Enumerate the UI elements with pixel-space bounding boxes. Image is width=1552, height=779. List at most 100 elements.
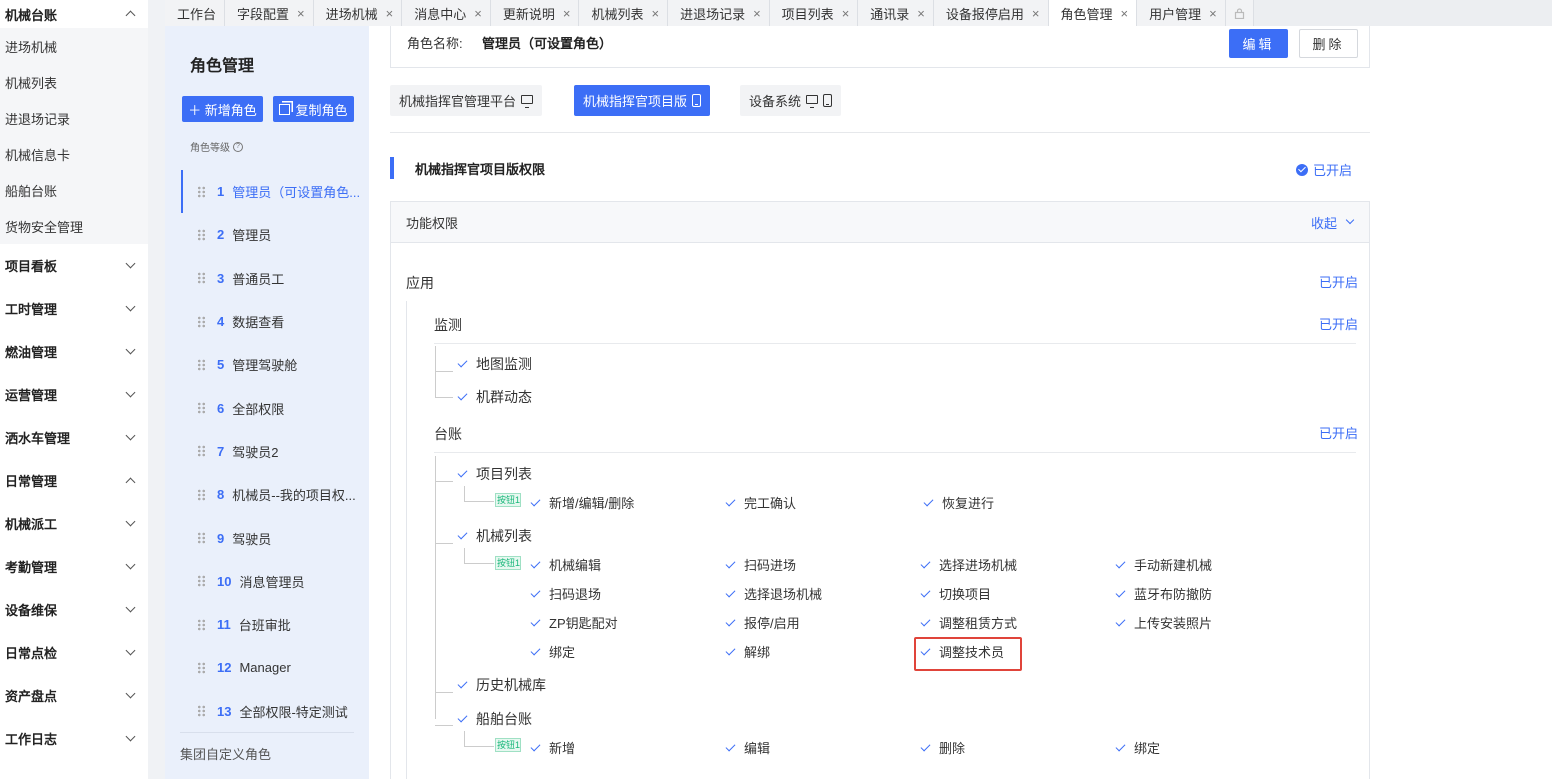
role-item[interactable]: 12 Manager [181, 646, 369, 689]
drag-handle-icon[interactable] [197, 185, 206, 198]
close-icon[interactable]: × [1121, 6, 1129, 21]
lock-icon[interactable] [1225, 0, 1254, 26]
tab-item[interactable]: 工作台 [165, 0, 226, 26]
role-item[interactable]: 8 机械员--我的项目权... [181, 473, 369, 516]
drag-handle-icon[interactable] [197, 445, 206, 458]
drag-handle-icon[interactable] [197, 661, 206, 674]
perm-button[interactable]: ZP钥匙配对 [530, 613, 618, 632]
role-item[interactable]: 4 数据查看 [181, 300, 369, 343]
perm-button[interactable]: 切换项目 [920, 584, 991, 603]
perm-button[interactable]: 调整租赁方式 [920, 613, 1017, 632]
nav-group[interactable]: 运营管理 [0, 373, 148, 416]
role-item[interactable]: 9 驾驶员 [181, 516, 369, 559]
tab-item[interactable]: 消息中心 × [402, 0, 491, 26]
perm-button[interactable]: 新增 [530, 738, 575, 757]
drag-handle-icon[interactable] [197, 315, 206, 328]
perm-button[interactable]: 绑定 [530, 642, 575, 661]
perm-button[interactable]: 完工确认 [725, 493, 796, 512]
nav-item-mech-list[interactable]: 机械列表 [0, 64, 148, 100]
tab-item[interactable]: 项目列表 × [769, 0, 859, 26]
nav-group[interactable]: 日常管理 [0, 459, 148, 502]
nav-group-mech-ledger[interactable]: 机械台账 [0, 0, 148, 28]
close-icon[interactable]: × [297, 6, 305, 21]
group-custom-roles[interactable]: 集团自定义角色 [180, 744, 271, 763]
perm-button[interactable]: 蓝牙布防撤防 [1115, 584, 1212, 603]
role-item[interactable]: 1 管理员（可设置角色... [181, 170, 369, 214]
perm-button[interactable]: 扫码退场 [530, 584, 601, 603]
tab-platform-project[interactable]: 机械指挥官项目版 [574, 85, 711, 116]
nav-group[interactable]: 燃油管理 [0, 330, 148, 373]
tab-item[interactable]: 字段配置 × [225, 0, 314, 26]
role-item[interactable]: 6 全部权限 [181, 386, 369, 429]
perm-button[interactable]: 新增/编辑/删除 [530, 493, 634, 512]
monitor-enabled-toggle[interactable]: 已开启 [1319, 314, 1358, 333]
role-item[interactable]: 5 管理驾驶舱 [181, 343, 369, 386]
nav-group[interactable]: 设备维保 [0, 588, 148, 631]
perm-button[interactable]: 选择进场机械 [920, 555, 1017, 574]
close-icon[interactable]: × [651, 6, 659, 21]
nav-group[interactable]: 机械派工 [0, 502, 148, 545]
app-enabled-toggle[interactable]: 已开启 [1319, 272, 1358, 291]
perm-button[interactable]: 扫码进场 [725, 555, 796, 574]
nav-group[interactable]: 洒水车管理 [0, 416, 148, 459]
perm-button[interactable]: 删除 [920, 738, 965, 757]
drag-handle-icon[interactable] [197, 402, 206, 415]
drag-handle-icon[interactable] [197, 618, 206, 631]
close-icon[interactable]: × [386, 6, 394, 21]
close-icon[interactable]: × [753, 6, 761, 21]
tab-item[interactable]: 进退场记录 × [668, 0, 770, 26]
perm-button[interactable]: 上传安装照片 [1115, 613, 1212, 632]
nav-group[interactable]: 考勤管理 [0, 545, 148, 588]
edit-button[interactable]: 编辑 [1229, 29, 1288, 58]
drag-handle-icon[interactable] [197, 272, 206, 285]
delete-button[interactable]: 删除 [1299, 29, 1358, 58]
close-icon[interactable]: × [917, 6, 925, 21]
role-item[interactable]: 2 管理员 [181, 213, 369, 256]
perm-button[interactable]: 机械编辑 [530, 555, 601, 574]
perm-history-mech[interactable]: 历史机械库 [457, 675, 546, 695]
tab-item[interactable]: 通讯录 × [858, 0, 934, 26]
nav-item-entry-exit[interactable]: 进退场记录 [0, 100, 148, 136]
nav-group[interactable]: 日常点检 [0, 631, 148, 674]
drag-handle-icon[interactable] [197, 488, 206, 501]
tab-item[interactable]: 机械列表 × [579, 0, 669, 26]
copy-role-button[interactable]: 复制角色 [273, 96, 354, 122]
tab-item[interactable]: 更新说明 × [490, 0, 580, 26]
perm-button[interactable]: 编辑 [725, 738, 770, 757]
tab-item[interactable]: 设备报停启用 × [933, 0, 1049, 26]
nav-group[interactable]: 项目看板 [0, 244, 148, 287]
tab-platform-device[interactable]: 设备系统 [740, 85, 842, 116]
collapse-toggle[interactable]: 收起 [1311, 213, 1355, 232]
tab-platform-admin[interactable]: 机械指挥官管理平台 [390, 85, 543, 116]
tab-item[interactable]: 角色管理 × [1048, 0, 1138, 26]
drag-handle-icon[interactable] [197, 575, 206, 588]
drag-handle-icon[interactable] [197, 532, 206, 545]
ledger-enabled-toggle[interactable]: 已开启 [1319, 423, 1358, 442]
tab-item[interactable]: 进场机械 × [313, 0, 403, 26]
perm-map-monitor[interactable]: 地图监测 [457, 354, 532, 374]
role-item[interactable]: 13 全部权限-特定测试 [181, 690, 369, 733]
nav-item-mech-card[interactable]: 机械信息卡 [0, 136, 148, 172]
close-icon[interactable]: × [842, 6, 850, 21]
close-icon[interactable]: × [563, 6, 571, 21]
nav-item-entry-mech[interactable]: 进场机械 [0, 28, 148, 64]
perm-button[interactable]: 手动新建机械 [1115, 555, 1212, 574]
close-icon[interactable]: × [474, 6, 482, 21]
close-icon[interactable]: × [1209, 6, 1217, 21]
role-item[interactable]: 10 消息管理员 [181, 560, 369, 603]
drag-handle-icon[interactable] [197, 228, 206, 241]
role-item[interactable]: 7 驾驶员2 [181, 430, 369, 473]
section-status[interactable]: 已开启 [1296, 160, 1352, 179]
nav-group[interactable]: 资产盘点 [0, 674, 148, 717]
nav-item-cargo-safety[interactable]: 货物安全管理 [0, 208, 148, 244]
role-item[interactable]: 11 台班审批 [181, 603, 369, 646]
perm-button[interactable]: 报停/启用 [725, 613, 800, 632]
nav-group[interactable]: 工时管理 [0, 287, 148, 330]
drag-handle-icon[interactable] [197, 705, 206, 718]
perm-ship-ledger[interactable]: 船舶台账 [457, 709, 532, 729]
perm-fleet-dynamic[interactable]: 机群动态 [457, 387, 532, 407]
perm-button[interactable]: 绑定 [1115, 738, 1160, 757]
add-role-button[interactable]: ＋ 新增角色 [182, 96, 263, 122]
help-icon[interactable]: ? [233, 141, 243, 152]
drag-handle-icon[interactable] [197, 358, 206, 371]
